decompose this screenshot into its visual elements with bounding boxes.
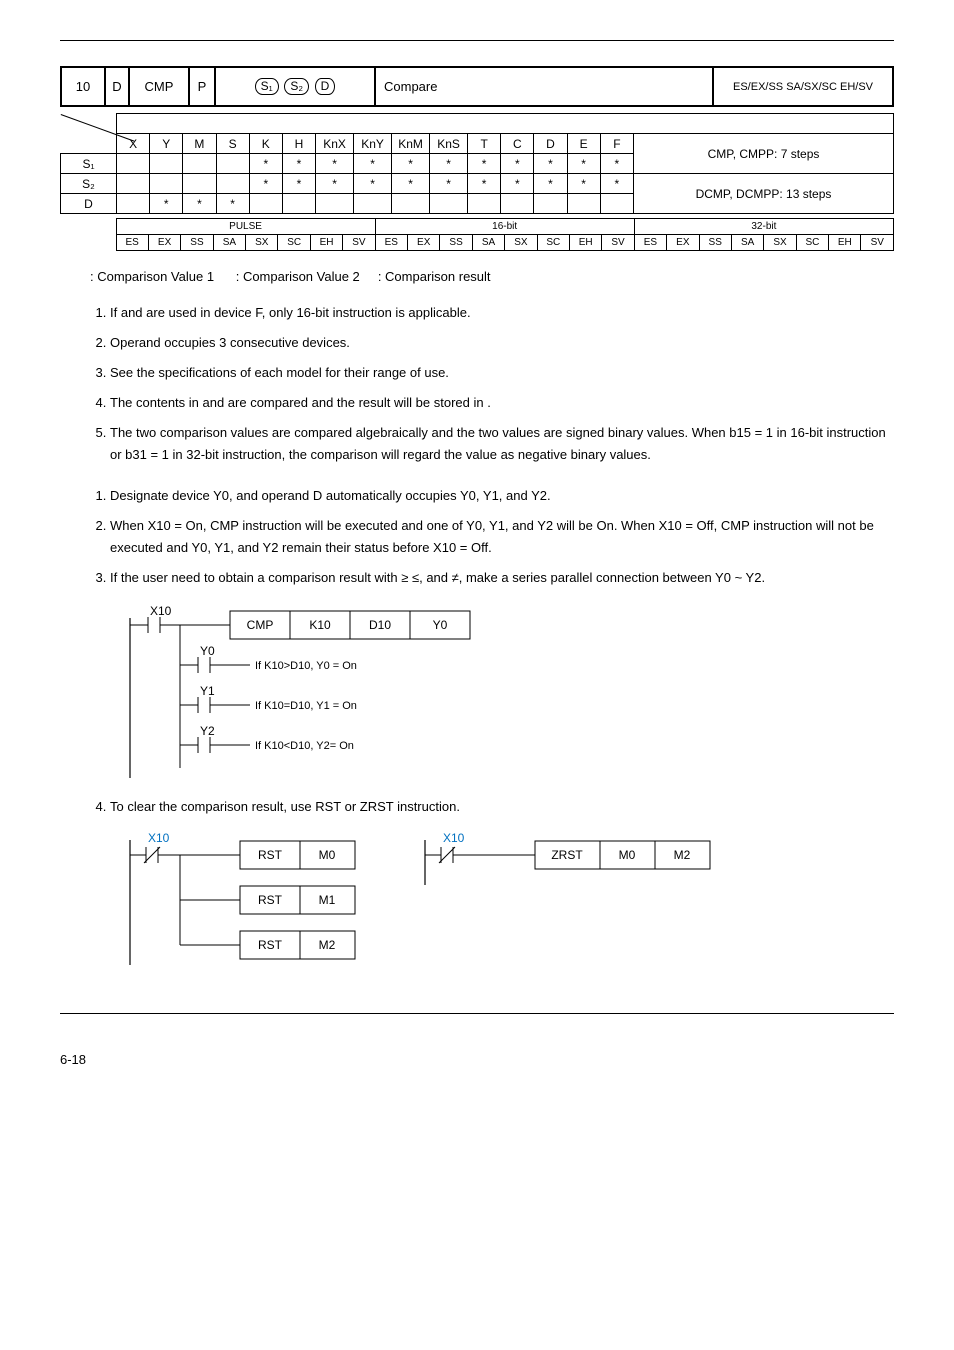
example-item: Designate device Y0, and operand D autom…	[110, 485, 894, 507]
example-list-cont: To clear the comparison result, use RST …	[60, 796, 894, 818]
svg-text:D10: D10	[369, 618, 391, 632]
api-dflag: D	[105, 67, 129, 106]
explanation-item: See the specifications of each model for…	[110, 362, 894, 384]
svg-text:CMP: CMP	[247, 618, 274, 632]
api-header-table: 10 D CMP P S₁ S₂ D Compare ES/EX/SS SA/S…	[60, 66, 894, 107]
notes-1: CMP, CMPP: 7 steps	[634, 134, 894, 174]
operand-descriptions: : Comparison Value 1 : Comparison Value …	[60, 269, 894, 284]
explanations-list: If and are used in device F, only 16-bit…	[60, 302, 894, 467]
api-mnemonic: CMP	[129, 67, 189, 106]
svg-text:Y0: Y0	[433, 618, 448, 632]
svg-text:If K10>D10, Y0 = On: If K10>D10, Y0 = On	[255, 660, 357, 672]
api-operands: S₁ S₂ D	[215, 67, 375, 106]
svg-text:X10: X10	[443, 831, 465, 845]
explanation-item: The contents in and are compared and the…	[110, 392, 894, 414]
svg-text:Y0: Y0	[200, 644, 215, 658]
operand-s2: S₂	[284, 78, 309, 95]
operand-d: D	[315, 78, 336, 95]
svg-text:RST: RST	[258, 848, 283, 862]
ladder-diagram-cmp: X10 CMP K10 D10 Y0 Y0 If K10>D10, Y0 = O…	[120, 603, 894, 786]
svg-text:M2: M2	[319, 938, 336, 952]
api-function: Compare	[375, 67, 713, 106]
explanation-item: If and are used in device F, only 16-bit…	[110, 302, 894, 324]
pulse-header: PULSE	[116, 219, 375, 235]
ladder-diagram-rst: X10 RST M0 RST M1	[120, 830, 380, 973]
example-list: Designate device Y0, and operand D autom…	[60, 485, 894, 589]
page-footer: 6-18	[0, 1052, 954, 1097]
explanation-item: The two comparison values are compared a…	[110, 422, 894, 466]
api-pflag: P	[189, 67, 215, 106]
notes-2: DCMP, DCMPP: 13 steps	[634, 174, 894, 214]
32bit-header: 32-bit	[634, 219, 893, 235]
api-number: 10	[61, 67, 105, 106]
svg-text:M0: M0	[319, 848, 336, 862]
svg-text:If K10=D10, Y1 = On: If K10=D10, Y1 = On	[255, 700, 357, 712]
svg-text:RST: RST	[258, 893, 283, 907]
pulse-bit-table: PULSE 16-bit 32-bit ESEXSSSA SXSCEHSV ES…	[60, 218, 894, 251]
example-item: If the user need to obtain a comparison …	[110, 567, 894, 589]
svg-text:K10: K10	[309, 618, 331, 632]
ladder-diagram-zrst: X10 ZRST M0 M2	[415, 830, 735, 973]
svg-text:RST: RST	[258, 938, 283, 952]
explanation-item: Operand occupies 3 consecutive devices.	[110, 332, 894, 354]
example-item: When X10 = On, CMP instruction will be e…	[110, 515, 894, 559]
16bit-header: 16-bit	[375, 219, 634, 235]
svg-text:X10: X10	[148, 831, 170, 845]
svg-text:Y1: Y1	[200, 684, 215, 698]
matrix-row-s2: S₂ ** *** *** *** DCMP, DCMPP: 13 steps	[61, 174, 894, 194]
operand-s1: S₁	[255, 78, 279, 95]
matrix-header-row: XYM SKH KnXKnYKnM KnSTC DEF CMP, CMPP: 7…	[61, 134, 894, 154]
svg-text:M0: M0	[619, 848, 636, 862]
svg-text:M2: M2	[674, 848, 691, 862]
example-item: To clear the comparison result, use RST …	[110, 796, 894, 818]
svg-text:If K10<D10, Y2= On: If K10<D10, Y2= On	[255, 740, 354, 752]
svg-text:Y2: Y2	[200, 724, 215, 738]
svg-text:ZRST: ZRST	[551, 848, 583, 862]
operand-matrix: XYM SKH KnXKnYKnM KnSTC DEF CMP, CMPP: 7…	[60, 113, 894, 214]
api-models: ES/EX/SS SA/SX/SC EH/SV	[713, 67, 893, 106]
svg-text:M1: M1	[319, 893, 336, 907]
contact-label: X10	[150, 604, 172, 618]
